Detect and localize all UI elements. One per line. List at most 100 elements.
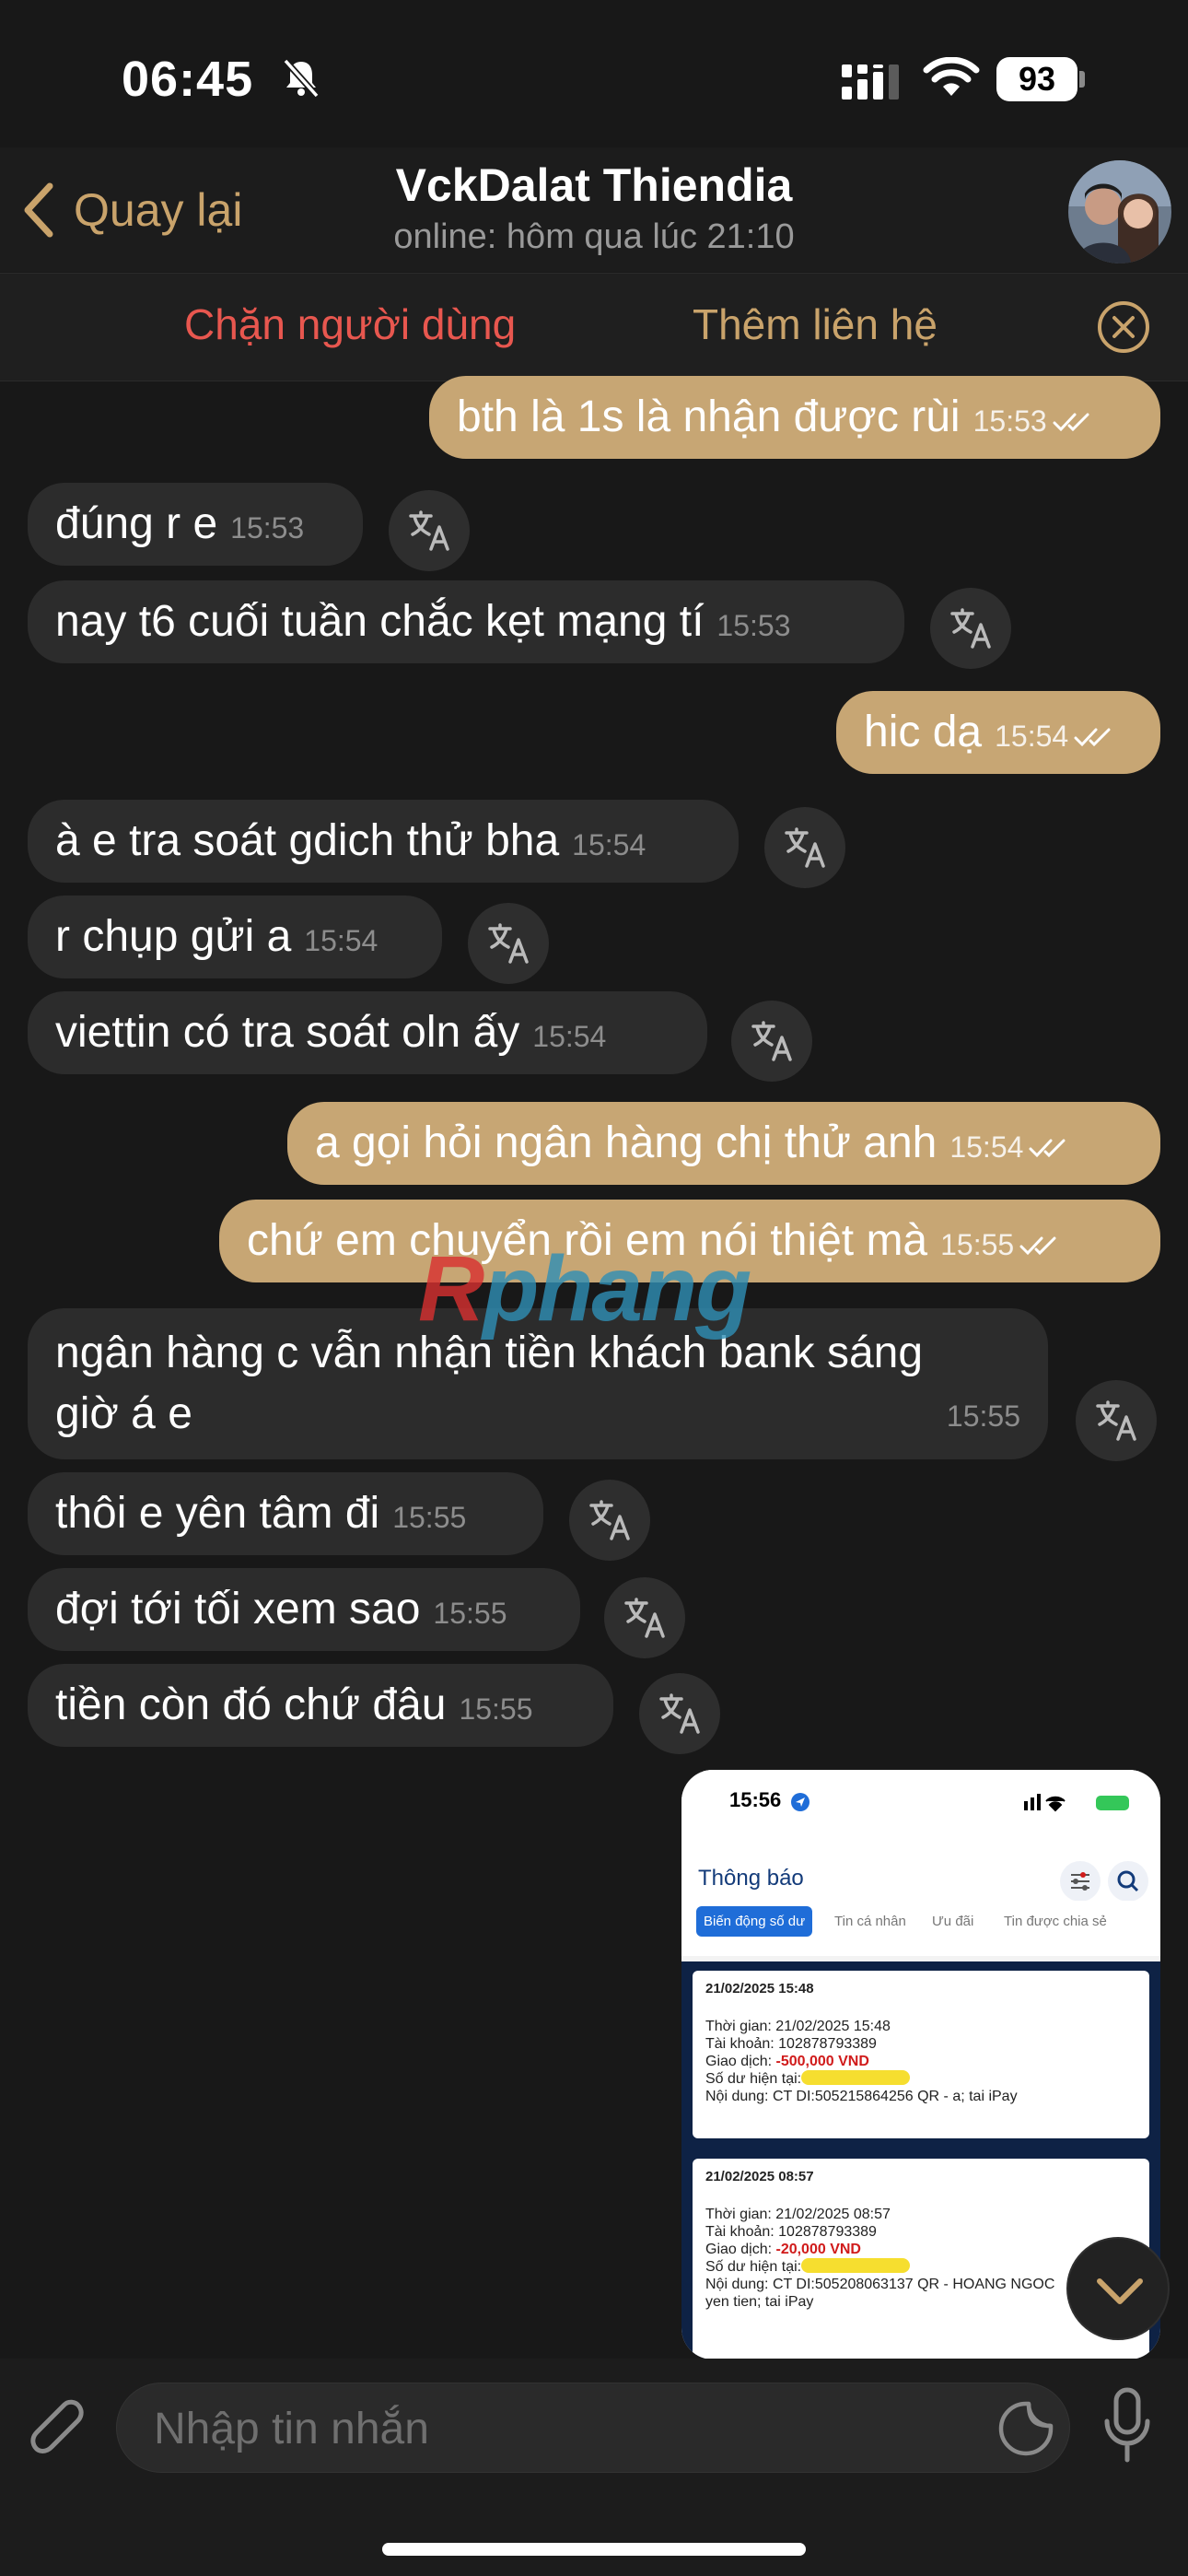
photo-card-header: 21/02/2025 08:57 xyxy=(705,2169,814,2184)
message-text-line: giờ á e xyxy=(55,1389,192,1438)
message-time: 15:53 xyxy=(230,511,305,544)
translate-button[interactable] xyxy=(731,1001,812,1082)
message-time: 15:54 xyxy=(949,1130,1024,1164)
message-incoming[interactable]: viettin có tra soát oln ấy 15:54 xyxy=(28,991,707,1074)
translate-button[interactable] xyxy=(764,807,845,888)
translate-button[interactable] xyxy=(389,490,470,571)
message-input[interactable]: Nhập tin nhắn xyxy=(116,2383,1070,2473)
photo-status-time: 15:56 xyxy=(729,1788,782,1811)
message-time: 15:54 xyxy=(532,1020,607,1053)
avatar[interactable] xyxy=(1068,160,1171,263)
translate-icon xyxy=(785,827,825,868)
watermark-text: phang xyxy=(483,1237,751,1341)
cellular-signal-icon xyxy=(842,64,899,100)
message-incoming[interactable]: đúng r e 15:53 xyxy=(28,483,363,566)
message-time: 15:53 xyxy=(716,609,791,642)
photo-tab: Biến động số dư xyxy=(696,1906,813,1937)
message-incoming[interactable]: tiền còn đó chứ đâu 15:55 xyxy=(28,1664,613,1747)
translate-icon xyxy=(488,923,529,964)
status-bar: 06:45 93 xyxy=(0,0,1188,147)
add-contact-button[interactable]: Thêm liên hệ xyxy=(693,299,938,349)
photo-status-icons xyxy=(1024,1794,1129,1812)
photo-card-label: Số dư hiện tại: xyxy=(705,2071,802,2087)
translate-icon xyxy=(950,608,991,649)
watermark-logo: Rphang xyxy=(418,1236,751,1342)
battery-cap xyxy=(1079,71,1085,88)
photo-title: Thông báo xyxy=(698,1866,804,1891)
translate-icon xyxy=(659,1693,700,1734)
translate-button[interactable] xyxy=(569,1480,650,1561)
photo-card-line: Tài khoản: 102878793389 xyxy=(705,2224,877,2240)
message-input-bar: Nhập tin nhắn xyxy=(0,2359,1188,2576)
photo-card-header: 21/02/2025 15:48 xyxy=(705,1981,814,1996)
block-user-button[interactable]: Chặn người dùng xyxy=(184,299,516,349)
message-time: 15:55 xyxy=(433,1597,507,1630)
read-check-icon xyxy=(1019,1236,1056,1256)
photo-status-bar: 15:56 xyxy=(681,1770,1160,1834)
message-time: 15:54 xyxy=(572,828,646,861)
translate-button[interactable] xyxy=(604,1577,685,1658)
photo-card-label: Giao dịch: xyxy=(705,2242,776,2257)
message-time: 15:55 xyxy=(392,1501,467,1534)
message-outgoing[interactable]: bth là 1s là nhận được rùi 15:53 xyxy=(429,376,1160,459)
message-input-placeholder: Nhập tin nhắn xyxy=(154,2405,429,2453)
photo-card-amount: -20,000 VND xyxy=(775,2242,861,2257)
translate-button[interactable] xyxy=(1076,1380,1157,1461)
location-icon xyxy=(791,1793,809,1811)
contact-name[interactable]: VckDalat Thiendia xyxy=(0,158,1188,212)
read-check-icon xyxy=(1053,413,1089,432)
read-check-icon xyxy=(1074,728,1111,747)
redaction-highlight xyxy=(801,2070,911,2085)
message-text: tiền còn đó chứ đâu xyxy=(55,1680,447,1729)
photo-card-line: Số dư hiện tại: xyxy=(705,2070,1136,2088)
message-incoming[interactable]: đợi tới tối xem sao 15:55 xyxy=(28,1568,580,1651)
close-icon[interactable] xyxy=(1096,299,1151,355)
message-outgoing[interactable]: a gọi hỏi ngân hàng chị thử anh 15:54 xyxy=(287,1102,1160,1185)
message-time: 15:54 xyxy=(304,924,379,957)
message-text: nay t6 cuối tuần chắc kẹt mạng tí xyxy=(55,597,705,646)
message-text: đợi tới tối xem sao xyxy=(55,1585,421,1633)
wifi-icon xyxy=(923,57,980,96)
translate-icon xyxy=(751,1021,792,1061)
message-incoming[interactable]: thôi e yên tâm đi 15:55 xyxy=(28,1472,543,1555)
translate-icon xyxy=(624,1598,665,1638)
message-text: r chụp gửi a xyxy=(55,912,292,961)
bell-muted-icon xyxy=(283,58,320,99)
redaction-highlight xyxy=(801,2258,911,2273)
photo-card-line: Thời gian: 21/02/2025 15:48 xyxy=(705,2019,891,2034)
message-time: 15:54 xyxy=(995,720,1069,753)
photo-card-amount: -500,000 VND xyxy=(775,2054,869,2069)
battery-level: 93 xyxy=(996,57,1077,101)
message-text: à e tra soát gdich thử bha xyxy=(55,816,560,865)
battery-indicator: 93 xyxy=(996,57,1085,101)
scroll-to-bottom-button[interactable] xyxy=(1066,2237,1170,2340)
translate-button[interactable] xyxy=(468,903,549,984)
microphone-icon[interactable] xyxy=(1100,2386,1155,2464)
status-time: 06:45 xyxy=(122,52,254,107)
message-incoming[interactable]: nay t6 cuối tuần chắc kẹt mạng tí 15:53 xyxy=(28,580,904,663)
translate-button[interactable] xyxy=(930,588,1011,669)
message-outgoing[interactable]: hic dạ 15:54 xyxy=(836,691,1160,774)
photo-tabs: Biến động số dư Tin cá nhân Ưu đãi Tin đ… xyxy=(681,1901,1160,1956)
message-incoming[interactable]: à e tra soát gdich thử bha 15:54 xyxy=(28,800,739,883)
message-time: 15:53 xyxy=(973,404,1047,438)
contact-action-bar: Chặn người dùng Thêm liên hệ xyxy=(0,273,1188,381)
home-indicator xyxy=(382,2543,806,2556)
chat-header: Quay lại VckDalat Thiendia online: hôm q… xyxy=(0,147,1188,272)
photo-tab: Tin cá nhân xyxy=(834,1914,906,1929)
paperclip-icon[interactable] xyxy=(28,2388,92,2462)
translate-icon xyxy=(589,1500,630,1540)
message-text: đúng r e xyxy=(55,499,218,548)
photo-card-line: Nội dung: CT DI:505215864256 QR - a; tai… xyxy=(705,2089,1018,2104)
translate-button[interactable] xyxy=(639,1673,720,1754)
sticker-icon[interactable] xyxy=(997,2400,1054,2457)
photo-tab: Ưu đãi xyxy=(932,1914,974,1929)
photo-tab: Tin được chia sẻ xyxy=(1004,1914,1107,1929)
photo-card-label: Số dư hiện tại: xyxy=(705,2259,802,2275)
read-check-icon xyxy=(1029,1139,1066,1158)
photo-card-label: Giao dịch: xyxy=(705,2054,776,2069)
watermark-letter: R xyxy=(418,1237,484,1341)
photo-card-line: Giao dịch: -500,000 VND xyxy=(705,2053,1136,2070)
message-incoming[interactable]: r chụp gửi a 15:54 xyxy=(28,896,442,978)
filter-icon xyxy=(1060,1861,1101,1902)
